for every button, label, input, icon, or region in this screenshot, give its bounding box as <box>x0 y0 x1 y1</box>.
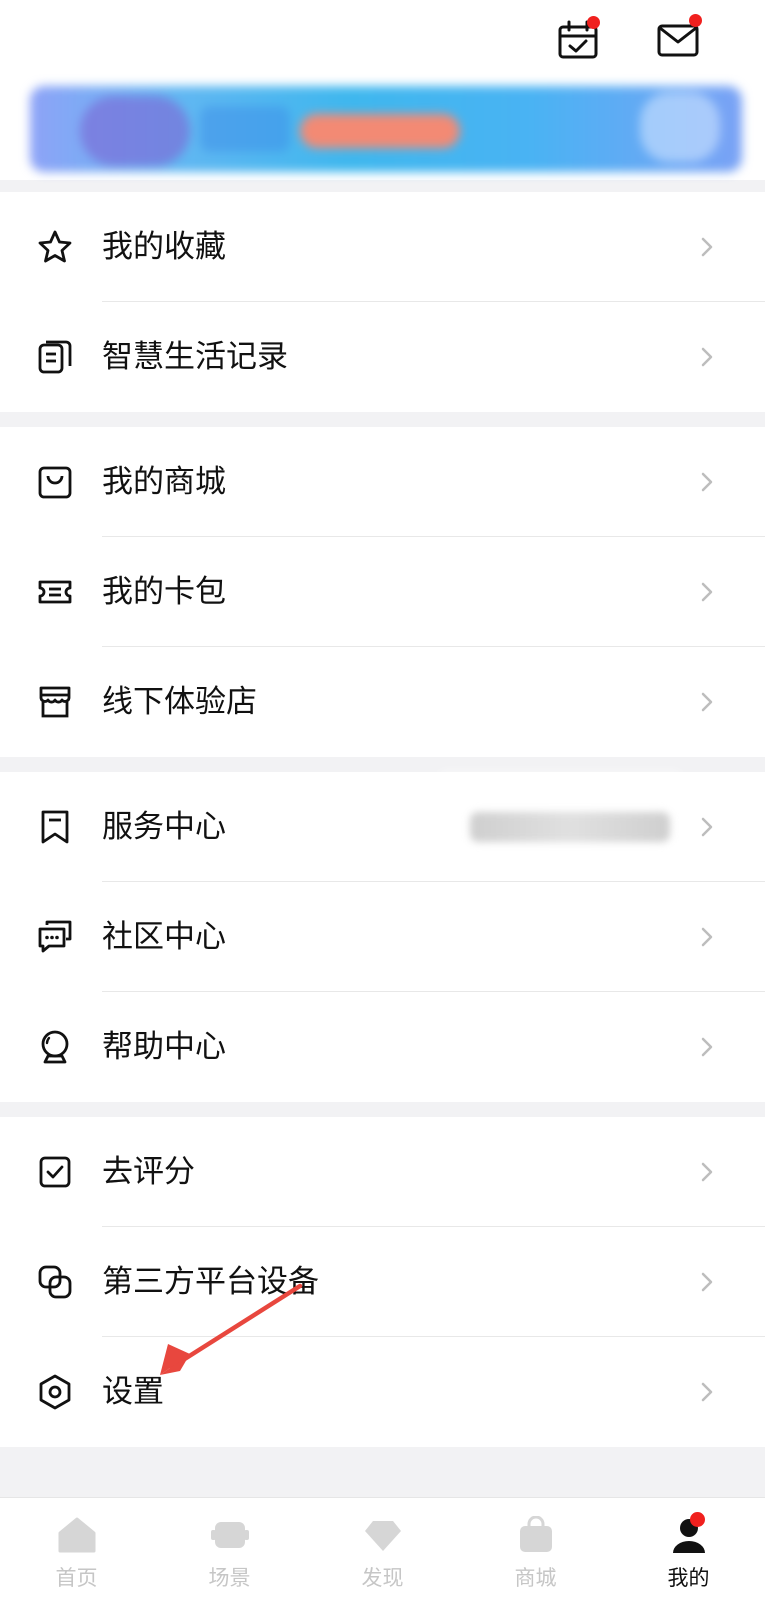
chevron-right-icon <box>700 1381 714 1403</box>
tab-mine[interactable]: 我的 <box>612 1498 765 1601</box>
menu-item-community-center[interactable]: 社区中心 <box>0 882 765 992</box>
menu-item-label: 智慧生活记录 <box>102 339 288 375</box>
annotation-arrow <box>160 1283 303 1375</box>
mail-notification-dot <box>689 14 702 27</box>
chevron-right-icon <box>700 581 714 603</box>
menu-item-label: 我的商城 <box>102 464 226 500</box>
menu-item-label: 我的卡包 <box>102 574 226 610</box>
menu-item-help-center[interactable]: 帮助中心 <box>0 992 765 1102</box>
calendar-notification-dot <box>587 16 600 29</box>
menu-item-service-center[interactable]: 服务中心 <box>0 772 765 882</box>
tab-label: 发现 <box>361 1566 404 1590</box>
menu-group-2: 我的商城 我的卡包 线下体验店 <box>0 427 765 757</box>
menu-group-4: 去评分 第三方平台设备 设置 <box>0 1117 765 1447</box>
promo-banner[interactable] <box>30 86 742 172</box>
banner-area <box>0 86 765 180</box>
menu-item-favorites[interactable]: 我的收藏 <box>0 192 765 302</box>
bookmark-icon <box>37 809 73 845</box>
document-icon <box>37 339 73 375</box>
checkbox-icon <box>37 1154 73 1190</box>
diamond-icon <box>363 1516 403 1554</box>
tab-discover[interactable]: 发现 <box>306 1498 459 1601</box>
menu-item-label: 社区中心 <box>102 919 226 955</box>
chevron-right-icon <box>700 236 714 258</box>
menu-item-label: 帮助中心 <box>102 1029 226 1065</box>
blurred-info-text <box>470 812 670 842</box>
store-icon <box>37 684 73 720</box>
chevron-right-icon <box>700 926 714 948</box>
chevron-right-icon <box>700 1271 714 1293</box>
chevron-right-icon <box>700 1161 714 1183</box>
menu-item-my-mall[interactable]: 我的商城 <box>0 427 765 537</box>
link-devices-icon <box>37 1264 73 1300</box>
chat-bubbles-icon <box>37 919 73 955</box>
menu-item-offline-store[interactable]: 线下体验店 <box>0 647 765 757</box>
menu-group-1: 我的收藏 智慧生活记录 <box>0 192 765 412</box>
menu-item-third-party-devices[interactable]: 第三方平台设备 <box>0 1227 765 1337</box>
chevron-right-icon <box>700 816 714 838</box>
tab-label: 首页 <box>55 1566 98 1590</box>
chevron-right-icon <box>700 471 714 493</box>
menu-item-settings[interactable]: 设置 <box>0 1337 765 1447</box>
menu-item-rate[interactable]: 去评分 <box>0 1117 765 1227</box>
bottom-tab-bar: 首页 场景 发现 商城 我的 <box>0 1497 765 1601</box>
tab-label: 我的 <box>667 1566 710 1590</box>
tab-mall[interactable]: 商城 <box>459 1498 612 1601</box>
tab-scene[interactable]: 场景 <box>153 1498 306 1601</box>
gear-hexagon-icon <box>37 1374 73 1410</box>
chevron-right-icon <box>700 346 714 368</box>
menu-item-label: 线下体验店 <box>102 684 257 720</box>
chevron-right-icon <box>700 691 714 713</box>
menu-item-smart-life-record[interactable]: 智慧生活记录 <box>0 302 765 412</box>
star-icon <box>37 229 73 265</box>
chevron-right-icon <box>700 1036 714 1058</box>
profile-notification-dot <box>690 1512 705 1527</box>
scene-icon <box>210 1516 250 1554</box>
home-icon <box>57 1516 97 1554</box>
menu-item-label: 去评分 <box>102 1154 195 1190</box>
menu-item-label: 我的收藏 <box>102 229 226 265</box>
menu-item-card-wallet[interactable]: 我的卡包 <box>0 537 765 647</box>
shopping-bag-icon <box>37 464 73 500</box>
ticket-icon <box>37 574 73 610</box>
help-bulb-icon <box>37 1029 73 1065</box>
tab-home[interactable]: 首页 <box>0 1498 153 1601</box>
menu-group-3: 服务中心 社区中心 帮助中心 <box>0 772 765 1102</box>
bag-icon <box>516 1515 556 1554</box>
tab-label: 商城 <box>514 1566 557 1590</box>
tab-label: 场景 <box>208 1566 251 1590</box>
menu-item-label: 服务中心 <box>102 809 226 845</box>
top-bar <box>0 0 765 87</box>
